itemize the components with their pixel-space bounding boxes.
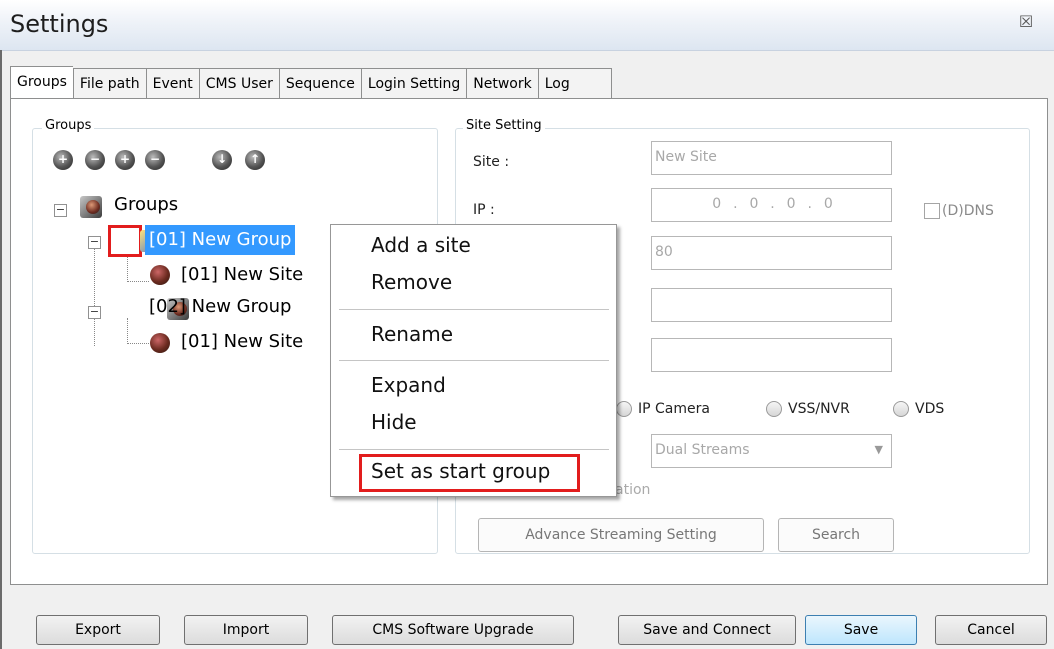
add-group-icon[interactable]: + xyxy=(53,150,73,170)
collapse-group2-icon[interactable]: − xyxy=(88,306,101,319)
save-button[interactable]: Save xyxy=(805,615,917,645)
cms-software-upgrade-button[interactable]: CMS Software Upgrade xyxy=(332,615,574,645)
ddns-label: (D)DNS xyxy=(942,203,994,219)
partial-hidden-label: ation xyxy=(615,482,651,498)
ip-dot: . xyxy=(770,196,776,212)
title-bar: Settings ☒ xyxy=(0,0,1054,51)
tree-group-2[interactable]: [02] New Group xyxy=(149,292,291,322)
tree-root-label[interactable]: Groups xyxy=(114,190,178,220)
menu-item-rename[interactable]: Rename xyxy=(371,322,453,346)
vds-label: VDS xyxy=(915,401,945,417)
ip-dot: . xyxy=(807,196,813,212)
ddns-checkbox[interactable] xyxy=(924,203,940,219)
stream-select[interactable]: Dual Streams ▼ xyxy=(651,434,892,468)
ip-label: IP : xyxy=(473,202,495,218)
vds-radio[interactable] xyxy=(893,401,909,417)
menu-separator xyxy=(339,309,609,310)
export-button[interactable]: Export xyxy=(36,615,160,645)
menu-separator xyxy=(339,360,609,361)
menu-item-expand[interactable]: Expand xyxy=(371,373,446,397)
site-name-field[interactable]: New Site xyxy=(651,141,892,175)
vss-nvr-radio[interactable] xyxy=(766,401,782,417)
search-button[interactable]: Search xyxy=(778,518,894,552)
groups-groupbox-title: Groups xyxy=(42,118,95,133)
remove-group-icon[interactable]: − xyxy=(85,150,105,170)
cancel-button[interactable]: Cancel xyxy=(935,615,1047,645)
tab-login-setting[interactable]: Login Setting xyxy=(360,68,467,100)
ip-octet-1: 0 xyxy=(712,196,723,212)
menu-separator xyxy=(339,449,609,450)
tab-cms-user[interactable]: CMS User xyxy=(198,68,279,100)
tree-line xyxy=(94,246,95,346)
site-icon xyxy=(150,333,170,353)
ip-octet-2: 0 xyxy=(749,196,760,212)
save-and-connect-button[interactable]: Save and Connect xyxy=(618,615,796,645)
menu-item-add-site[interactable]: Add a site xyxy=(371,233,471,257)
tree-line xyxy=(127,254,128,282)
window-left-border xyxy=(0,50,2,649)
port-field[interactable]: 80 xyxy=(651,236,892,270)
window-title: Settings xyxy=(10,10,109,38)
tree-line xyxy=(127,281,149,282)
tree-group-1[interactable]: [01] New Group xyxy=(145,225,296,255)
import-button[interactable]: Import xyxy=(184,615,308,645)
tab-sequence[interactable]: Sequence xyxy=(278,68,361,100)
tree-line xyxy=(127,318,128,344)
site-label: Site : xyxy=(473,154,510,170)
highlight-start-group-icon xyxy=(108,225,142,257)
menu-item-remove[interactable]: Remove xyxy=(371,270,452,294)
ip-octet-4: 0 xyxy=(823,196,834,212)
export-site-icon[interactable]: ↑ xyxy=(245,150,265,170)
tab-strip: Groups File path Event CMS User Sequence… xyxy=(10,66,612,100)
vss-nvr-label: VSS/NVR xyxy=(788,401,850,417)
tree-group1-site[interactable]: [01] New Site xyxy=(181,260,303,290)
menu-item-set-start-group[interactable]: Set as start group xyxy=(371,459,550,483)
tab-groups[interactable]: Groups xyxy=(10,66,73,99)
context-menu: Add a site Remove Rename Expand Hide Set… xyxy=(330,224,617,497)
ip-dot: . xyxy=(733,196,739,212)
groups-root-icon xyxy=(80,196,102,218)
ip-octet-3: 0 xyxy=(786,196,797,212)
tab-log[interactable]: Log xyxy=(537,68,612,100)
ip-camera-radio[interactable] xyxy=(616,401,632,417)
collapse-group1-icon[interactable]: − xyxy=(88,236,101,249)
password-field[interactable] xyxy=(651,338,892,372)
username-field[interactable] xyxy=(651,288,892,322)
advance-streaming-button[interactable]: Advance Streaming Setting xyxy=(478,518,764,552)
menu-item-hide[interactable]: Hide xyxy=(371,410,417,434)
remove-site-icon[interactable]: − xyxy=(145,150,165,170)
tab-network[interactable]: Network xyxy=(466,68,538,100)
site-icon xyxy=(150,265,170,285)
tab-file-path[interactable]: File path xyxy=(72,68,146,100)
ip-address-field[interactable]: 0 . 0 . 0 . 0 xyxy=(651,188,892,222)
collapse-root-icon[interactable]: − xyxy=(54,204,67,217)
ip-camera-label: IP Camera xyxy=(638,401,710,417)
tree-group2-site[interactable]: [01] New Site xyxy=(181,327,303,357)
chevron-down-icon: ▼ xyxy=(874,443,883,456)
import-site-icon[interactable]: ↓ xyxy=(212,150,232,170)
add-site-icon[interactable]: + xyxy=(115,150,135,170)
site-setting-title: Site Setting xyxy=(463,118,545,133)
stream-select-value: Dual Streams xyxy=(655,442,750,458)
close-icon[interactable]: ☒ xyxy=(1014,12,1038,32)
tree-line xyxy=(127,343,149,344)
tab-event[interactable]: Event xyxy=(145,68,199,100)
